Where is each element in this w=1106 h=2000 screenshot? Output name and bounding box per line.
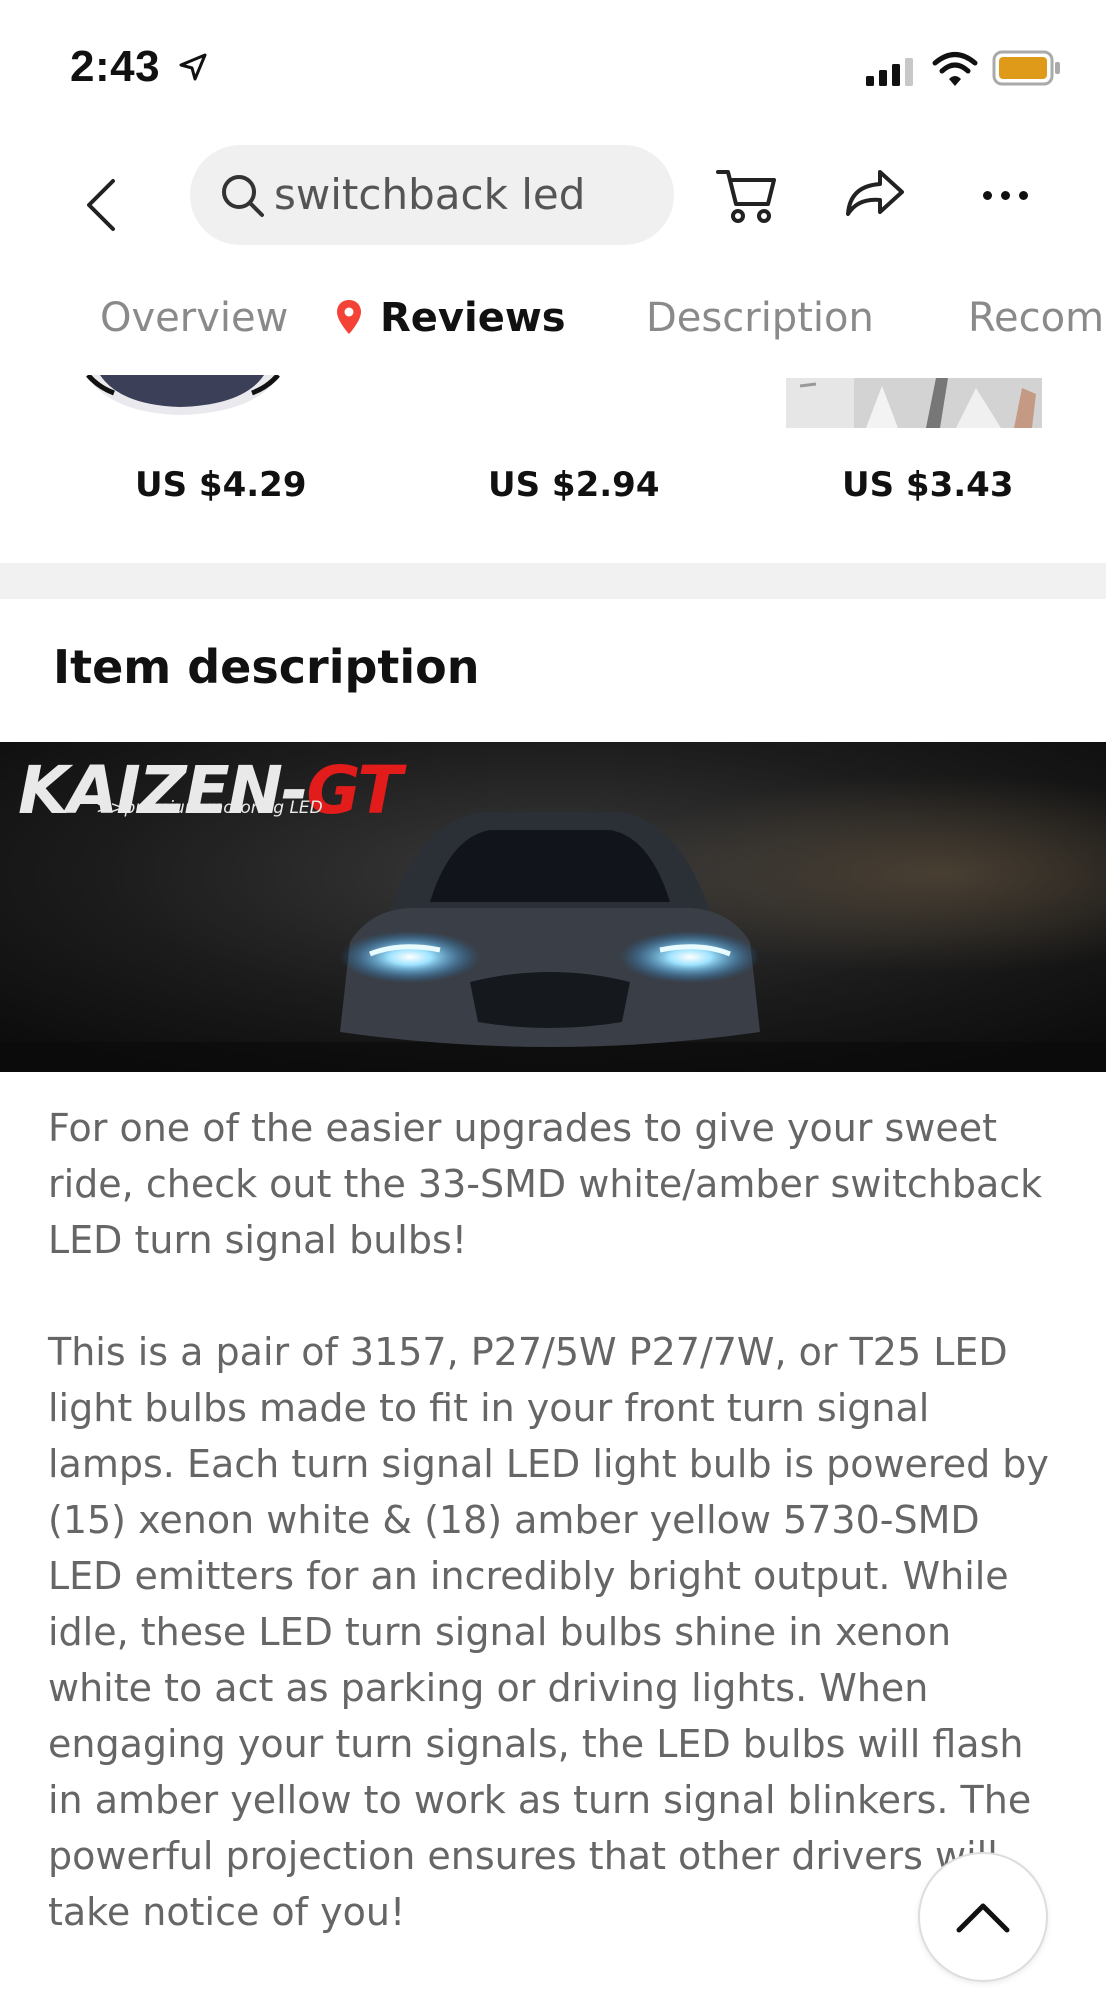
status-bar: 2:43 <box>0 0 1106 130</box>
product-price: US $3.43 <box>842 465 1014 505</box>
tab-recommend[interactable]: Recomm <box>968 295 1106 341</box>
search-query: switchback led <box>274 170 586 219</box>
tab-description[interactable]: Description <box>646 295 874 341</box>
section-tabs: Overview Reviews Description Recomm <box>0 270 1106 370</box>
wifi-icon <box>932 52 978 86</box>
tab-overview[interactable]: Overview <box>100 295 288 341</box>
back-button[interactable] <box>70 170 130 240</box>
cart-icon <box>716 170 776 223</box>
status-time: 2:43 <box>70 42 161 91</box>
product-price: US $4.29 <box>135 465 307 505</box>
section-divider <box>0 563 1106 599</box>
more-dot-icon <box>1018 190 1028 200</box>
search-icon <box>222 175 264 217</box>
related-products-strip: US $4.29 US $2.94 US $3.43 <box>0 375 1106 563</box>
chevron-up-icon <box>956 1903 1010 1933</box>
description-paragraph: This is a pair of 3157, P27/5W P27/7W, o… <box>48 1330 1049 1934</box>
top-nav-bar: switchback led <box>0 130 1106 260</box>
more-dot-icon <box>1000 190 1010 200</box>
search-bar[interactable]: switchback led <box>190 145 674 245</box>
description-paragraph: For one of the easier upgrades to give y… <box>48 1106 1043 1262</box>
item-description-text: For one of the easier upgrades to give y… <box>48 1100 1058 1996</box>
location-pin-icon <box>337 300 361 334</box>
brand-tagline: >>premium motoring LED <box>96 798 323 818</box>
product-thumbnail[interactable] <box>80 375 286 415</box>
tab-reviews[interactable]: Reviews <box>336 295 566 341</box>
tab-reviews-label: Reviews <box>380 295 566 341</box>
product-price: US $2.94 <box>488 465 660 505</box>
chevron-left-icon <box>87 179 115 231</box>
battery-icon <box>992 50 1060 86</box>
more-options-button[interactable] <box>970 170 1040 220</box>
section-title: Item description <box>53 640 480 694</box>
cart-button[interactable] <box>712 160 782 230</box>
product-thumbnail[interactable] <box>786 378 1042 428</box>
share-icon <box>846 170 904 216</box>
more-dot-icon <box>982 190 992 200</box>
description-banner-image: KAIZEN-GT >>premium motoring LED <box>0 742 1106 1072</box>
location-arrow-icon <box>179 53 207 81</box>
share-button[interactable] <box>840 162 910 228</box>
cellular-signal-icon <box>866 58 913 86</box>
scroll-to-top-button[interactable] <box>918 1852 1048 1982</box>
